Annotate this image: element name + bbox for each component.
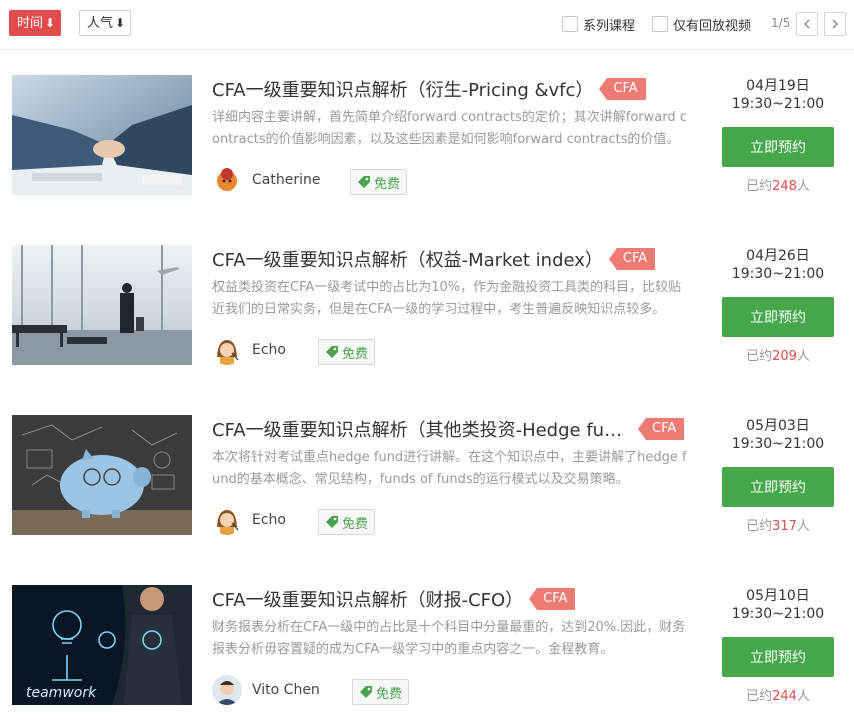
free-badge: 免费 (352, 679, 410, 705)
course-title-link[interactable]: CFA一级重要知识点解析（其他类投资-Hedge fund） (212, 416, 632, 442)
booked-suffix: 人 (796, 349, 810, 364)
sort-by-popularity-button[interactable]: 人气 ⬇ (79, 10, 131, 36)
booked-suffix: 人 (796, 519, 810, 534)
course-title-row: CFA一级重要知识点解析（财报-CFO） CFA (212, 585, 692, 613)
free-label: 免费 (374, 176, 401, 192)
free-label: 免费 (376, 686, 403, 702)
replay-only-checkbox[interactable] (652, 16, 668, 32)
course-description: 详细内容主要讲解，首先简单介绍forward contracts的定价；其次讲解… (212, 110, 687, 147)
teacher-info[interactable]: Vito Chen (212, 675, 320, 705)
arrow-down-icon: ⬇ (115, 16, 126, 30)
course-title-link[interactable]: CFA一级重要知识点解析（权益-Market index） (212, 246, 603, 272)
booked-number: 209 (772, 349, 797, 364)
previous-page-button[interactable] (796, 12, 818, 36)
booked-prefix: 已约 (746, 689, 773, 704)
price-tag-icon (325, 345, 339, 359)
course-thumbnail[interactable] (12, 415, 192, 535)
course-thumbnail[interactable] (12, 245, 192, 365)
replay-only-filter[interactable]: 仅有回放视频 (652, 14, 751, 34)
course-description: 权益类投资在CFA一级考试中的占比为10%，作为金融投资工具类的科目，比较贴近我… (212, 280, 682, 317)
course-date: 04月19日 (746, 78, 810, 94)
teacher-info[interactable]: Echo (212, 335, 286, 365)
course-thumbnail[interactable]: teamwork (12, 585, 192, 705)
cfa-tag: CFA (529, 588, 576, 610)
booked-count: 已约244人 (720, 685, 836, 704)
course-title-row: CFA一级重要知识点解析（权益-Market index） CFA (212, 245, 692, 273)
free-badge: 免费 (318, 509, 376, 535)
course-description: 本次将针对考试重点hedge fund进行讲解。在这个知识点中，主要讲解了hed… (212, 450, 687, 487)
teacher-name: Echo (252, 512, 286, 528)
free-badge: 免费 (318, 339, 376, 365)
course-title-link[interactable]: CFA一级重要知识点解析（财报-CFO） (212, 586, 523, 612)
course-title-row: CFA一级重要知识点解析（衍生-Pricing &vfc） CFA (212, 75, 692, 103)
course-description: 财务报表分析在CFA一级中的占比是十个科目中分量最重的，达到20%.因此，财务报… (212, 620, 686, 657)
price-tag-icon (359, 685, 373, 699)
teacher-avatar (212, 505, 242, 535)
free-label: 免费 (342, 346, 369, 362)
booked-count: 已约248人 (720, 175, 836, 194)
series-course-filter[interactable]: 系列课程 (562, 14, 635, 34)
course-thumbnail[interactable] (12, 75, 192, 195)
teacher-info[interactable]: Catherine (212, 165, 320, 195)
series-course-checkbox[interactable] (562, 16, 578, 32)
teamwork-text: teamwork (26, 685, 97, 701)
course-title-row: CFA一级重要知识点解析（其他类投资-Hedge fund） CFA (212, 415, 692, 443)
price-tag-icon (357, 175, 371, 189)
teacher-avatar (212, 675, 242, 705)
booked-count: 已约209人 (720, 345, 836, 364)
booked-prefix: 已约 (746, 519, 773, 534)
free-badge: 免费 (350, 169, 408, 195)
sort-by-popularity-label: 人气 (87, 16, 114, 31)
reserve-button[interactable]: 立即预约 (722, 127, 834, 167)
cfa-tag: CFA (608, 248, 656, 270)
free-label: 免费 (342, 516, 369, 532)
cfa-tag: CFA (599, 78, 646, 100)
course-date: 05月03日 (746, 418, 810, 434)
teacher-info[interactable]: Echo (212, 505, 286, 535)
booked-count: 已约317人 (720, 515, 836, 534)
teacher-name: Catherine (252, 172, 321, 188)
course-time: 19:30~21:00 (731, 266, 825, 282)
reserve-button[interactable]: 立即预约 (722, 297, 834, 337)
course-item: CFA一级重要知识点解析（权益-Market index） CFA 权益类投资在… (0, 245, 854, 385)
course-date: 04月26日 (746, 248, 810, 264)
series-course-label: 系列课程 (583, 18, 636, 34)
sort-by-time-button[interactable]: 时间 ⬇ (9, 10, 61, 36)
chevron-left-icon (804, 19, 810, 29)
booked-number: 317 (772, 519, 797, 534)
course-time: 19:30~21:00 (731, 96, 825, 112)
booked-prefix: 已约 (746, 179, 773, 194)
booked-suffix: 人 (796, 179, 810, 194)
course-time: 19:30~21:00 (731, 436, 825, 452)
teacher-avatar (212, 335, 242, 365)
booked-number: 244 (772, 689, 797, 704)
course-item: CFA一级重要知识点解析（衍生-Pricing &vfc） CFA 详细内容主要… (0, 75, 854, 215)
reserve-button[interactable]: 立即预约 (722, 467, 834, 507)
next-page-button[interactable] (824, 12, 846, 36)
price-tag-icon (325, 515, 339, 529)
cfa-tag: CFA (637, 418, 685, 440)
booked-prefix: 已约 (746, 349, 773, 364)
teacher-avatar (212, 165, 242, 195)
teacher-name: Echo (252, 342, 286, 358)
replay-only-label: 仅有回放视频 (673, 18, 752, 34)
chevron-right-icon (832, 19, 838, 29)
arrow-down-icon: ⬇ (45, 16, 56, 30)
course-date: 05月10日 (746, 588, 810, 604)
teacher-name: Vito Chen (252, 682, 320, 698)
reserve-button[interactable]: 立即预约 (722, 637, 834, 677)
course-item: CFA一级重要知识点解析（其他类投资-Hedge fund） CFA 本次将针对… (0, 415, 854, 555)
booked-number: 248 (772, 179, 797, 194)
course-item: teamwork CFA一级重要知识点解析（财报-CFO） CFA 财务报表分析… (0, 585, 854, 722)
sort-toolbar: 时间 ⬇ 人气 ⬇ 系列课程 仅有回放视频 1/5 (0, 0, 854, 50)
course-time: 19:30~21:00 (731, 606, 825, 622)
page-indicator: 1/5 (771, 16, 791, 30)
sort-by-time-label: 时间 (17, 16, 44, 31)
course-title-link[interactable]: CFA一级重要知识点解析（衍生-Pricing &vfc） (212, 76, 593, 102)
booked-suffix: 人 (796, 689, 810, 704)
